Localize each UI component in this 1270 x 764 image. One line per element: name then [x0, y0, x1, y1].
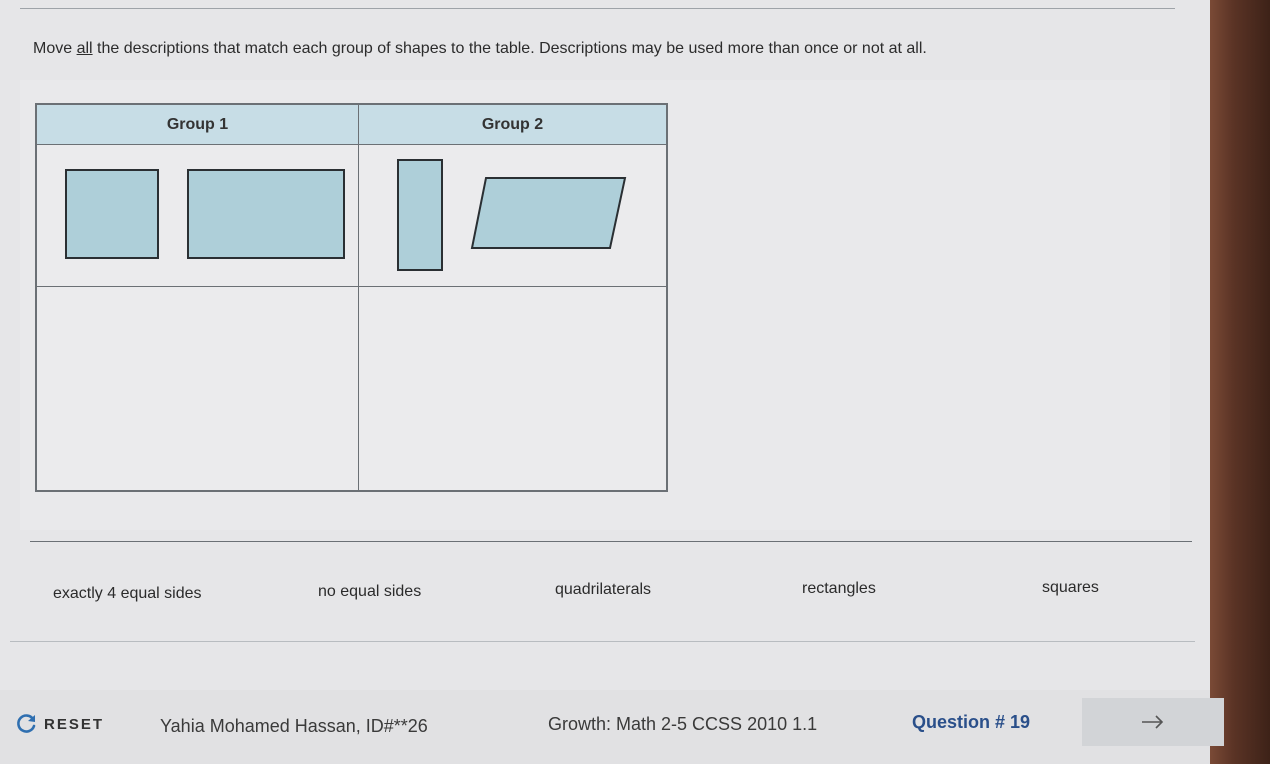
choice-quadrilaterals[interactable]: quadrilaterals [555, 581, 651, 599]
student-name: Yahia Mohamed Hassan, ID#**26 [160, 716, 428, 736]
group1-shapes-cell [37, 145, 359, 287]
choice-rectangles[interactable]: rectangles [802, 580, 876, 598]
rectangle-shape [187, 169, 345, 259]
group1-header: Group 1 [37, 105, 359, 145]
top-divider [20, 8, 1175, 9]
reset-button[interactable]: RESET [14, 712, 104, 736]
next-button[interactable] [1082, 698, 1224, 746]
footer-bar: RESET Yahia Mohamed Hassan, ID#**26 Grow… [0, 690, 1224, 764]
description-bank: exactly 4 equal sides no equal sides qua… [20, 560, 1200, 630]
question-number: Question # 19 [912, 712, 1031, 732]
parallelogram-shape [470, 177, 627, 249]
group2-drop-zone[interactable] [359, 287, 666, 490]
refresh-icon [17, 714, 36, 733]
background-edge [1210, 0, 1270, 764]
sorting-table: Group 1 Group 2 [35, 103, 668, 492]
group2-header: Group 2 [359, 105, 666, 145]
square-shape [65, 169, 159, 259]
emphasis-all: all [76, 40, 93, 57]
group1-drop-zone[interactable] [37, 287, 359, 490]
choice-exactly-4-equal-sides[interactable]: exactly 4 equal sides [53, 585, 202, 603]
reset-label: RESET [44, 715, 105, 733]
section-divider [30, 541, 1192, 542]
bank-divider [10, 641, 1195, 642]
tall-rectangle-shape [397, 159, 443, 271]
choice-squares[interactable]: squares [1042, 579, 1099, 597]
arrow-right-icon [1142, 715, 1164, 729]
assessment-name: Growth: Math 2-5 CCSS 2010 1.1 [548, 714, 818, 734]
group2-shapes-cell [359, 145, 666, 287]
choice-no-equal-sides[interactable]: no equal sides [318, 583, 421, 601]
instructions: Move all the descriptions that match eac… [33, 40, 927, 57]
